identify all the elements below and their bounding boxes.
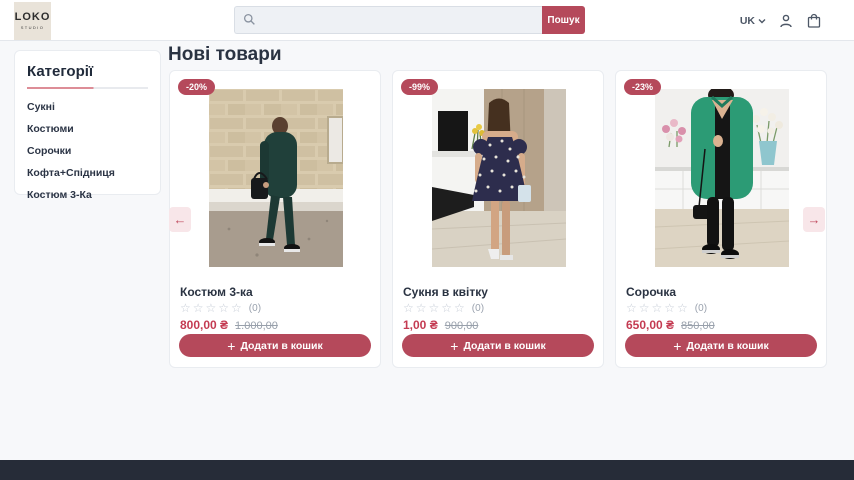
star-icons: ☆☆☆☆☆ (403, 302, 467, 314)
add-to-cart-button[interactable]: + Додати в кошик (179, 334, 371, 357)
logo-title: LOKO (15, 12, 51, 23)
rating-count: (0) (472, 303, 484, 314)
language-selector[interactable]: UK (740, 15, 766, 27)
logo-subtitle: STUDIO (21, 25, 45, 30)
star-icons: ☆☆☆☆☆ (180, 302, 244, 314)
chevron-down-icon (758, 18, 766, 24)
sidebar-item-sukni[interactable]: Сукні (27, 101, 148, 113)
product-rating: ☆☆☆☆☆ (0) (180, 302, 261, 314)
sidebar-item-kostyum-3ka[interactable]: Костюм 3-Ка (27, 189, 148, 201)
plus-icon: + (227, 339, 235, 353)
sidebar-item-kostyumy[interactable]: Костюми (27, 123, 148, 135)
price-old: 850,00 (681, 320, 715, 332)
cart-icon[interactable] (806, 13, 822, 29)
add-to-cart-button[interactable]: + Додати в кошик (625, 334, 817, 357)
product-carousel: -20% (169, 70, 827, 368)
product-name[interactable]: Сукня в квітку (403, 285, 488, 299)
product-card: -20% (169, 70, 381, 368)
carousel-next-button[interactable]: → (803, 207, 825, 232)
add-to-cart-label: Додати в кошик (686, 340, 768, 352)
search-bar: Пошук (234, 6, 585, 34)
add-to-cart-label: Додати в кошик (240, 340, 322, 352)
product-name[interactable]: Костюм 3-ка (180, 285, 253, 299)
product-card: -23% (615, 70, 827, 368)
rating-count: (0) (249, 303, 261, 314)
discount-badge: -23% (624, 79, 661, 95)
category-list: Сукні Костюми Сорочки Кофта+Спідниця Кос… (27, 101, 148, 201)
arrow-right-icon: → (808, 212, 821, 227)
product-card: -99% (392, 70, 604, 368)
header-actions: UK (740, 0, 822, 41)
logo[interactable]: LOKO STUDIO (14, 2, 51, 40)
search-icon (243, 13, 256, 26)
sidebar-item-sorochky[interactable]: Сорочки (27, 145, 148, 157)
price-current: 800,00 ₴ (180, 318, 228, 332)
product-image[interactable] (209, 89, 343, 267)
price-current: 650,00 ₴ (626, 318, 674, 332)
product-photo-dress (432, 89, 566, 267)
product-price: 650,00 ₴ 850,00 (626, 318, 715, 332)
search-button[interactable]: Пошук (542, 6, 585, 34)
page: LOKO STUDIO Пошук UK (0, 0, 854, 480)
price-old: 1.000,00 (235, 320, 278, 332)
price-current: 1,00 ₴ (403, 318, 438, 332)
sidebar-divider (27, 87, 148, 89)
sidebar-categories: Категорії Сукні Костюми Сорочки Кофта+Сп… (14, 50, 161, 195)
product-photo-green-shirt (655, 89, 789, 267)
product-image[interactable] (432, 89, 566, 267)
sidebar-item-kofta-spidnytsya[interactable]: Кофта+Спідниця (27, 167, 148, 179)
user-icon[interactable] (778, 13, 794, 29)
add-to-cart-label: Додати в кошик (463, 340, 545, 352)
search-field (234, 6, 542, 34)
page-title: Нові товари (168, 44, 282, 66)
discount-badge: -20% (178, 79, 215, 95)
arrow-left-icon: ← (174, 212, 187, 227)
product-rating: ☆☆☆☆☆ (0) (403, 302, 484, 314)
language-label: UK (740, 15, 755, 27)
product-name[interactable]: Сорочка (626, 285, 676, 299)
search-input[interactable] (234, 6, 542, 34)
plus-icon: + (450, 339, 458, 353)
discount-badge: -99% (401, 79, 438, 95)
product-image[interactable] (655, 89, 789, 267)
product-price: 1,00 ₴ 900,00 (403, 318, 478, 332)
star-icons: ☆☆☆☆☆ (626, 302, 690, 314)
product-price: 800,00 ₴ 1.000,00 (180, 318, 278, 332)
add-to-cart-button[interactable]: + Додати в кошик (402, 334, 594, 357)
footer (0, 460, 854, 480)
plus-icon: + (673, 339, 681, 353)
product-photo-street-suit (209, 89, 343, 267)
price-old: 900,00 (445, 320, 479, 332)
carousel-prev-button[interactable]: ← (169, 207, 191, 232)
sidebar-title: Категорії (27, 63, 148, 80)
rating-count: (0) (695, 303, 707, 314)
product-rating: ☆☆☆☆☆ (0) (626, 302, 707, 314)
header: LOKO STUDIO Пошук UK (0, 0, 854, 41)
